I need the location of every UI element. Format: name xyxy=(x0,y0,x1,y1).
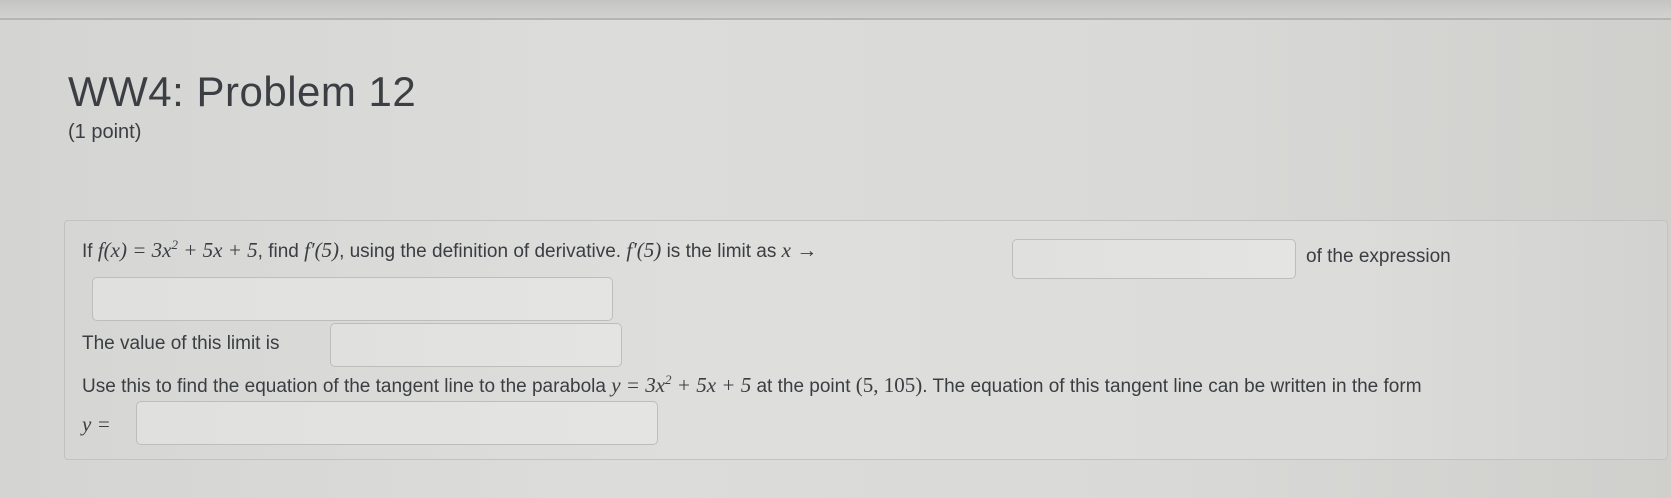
math-parabola: y = 3x2 + 5x + 5 xyxy=(611,372,752,397)
math-y-equals: y = xyxy=(82,412,111,436)
problem-points: (1 point) xyxy=(68,121,142,143)
math-point: (5, 105) xyxy=(855,373,923,397)
text-if: If xyxy=(82,241,93,262)
text-is-limit: is the limit as xyxy=(666,241,777,262)
text-using-definition: , using the definition of derivative. xyxy=(339,241,622,262)
text-tangent-intro: Use this to find the equation of the tan… xyxy=(82,376,606,397)
text-at-point: at the point xyxy=(756,376,851,397)
text-of-expression: of the expression xyxy=(1306,246,1451,267)
math-fprime-5: f′(5) xyxy=(304,238,340,262)
text-find: , find xyxy=(257,241,299,262)
problem-title: WW4: Problem 12 xyxy=(68,68,417,115)
problem-line-5: y = xyxy=(82,412,111,437)
expression-input[interactable] xyxy=(92,277,613,321)
tangent-line-input[interactable] xyxy=(136,401,658,445)
problem-line-1: If f(x) = 3x2 + 5x + 5, find f′(5), usin… xyxy=(82,238,817,263)
text-tangent-form: . The equation of this tangent line can … xyxy=(922,376,1422,397)
limit-value-input[interactable] xyxy=(330,323,622,367)
math-x-arrow: x → xyxy=(781,238,818,262)
text-limit-value: The value of this limit is xyxy=(82,333,280,354)
math-fprime-5-b: f′(5) xyxy=(626,238,662,262)
math-function: f(x) = 3x2 + 5x + 5 xyxy=(97,237,258,262)
problem-line-4: Use this to find the equation of the tan… xyxy=(82,373,1422,398)
limit-point-input[interactable] xyxy=(1012,239,1296,279)
top-strip xyxy=(0,0,1671,20)
